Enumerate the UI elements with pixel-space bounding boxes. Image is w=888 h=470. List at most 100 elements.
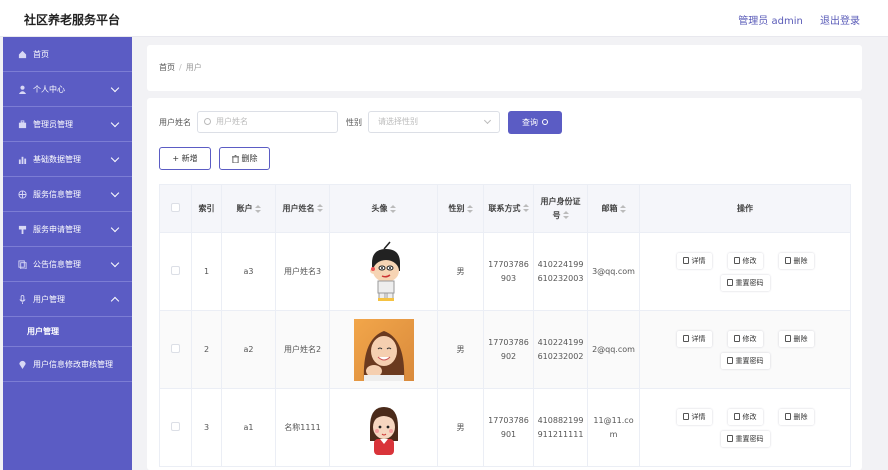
header-phone[interactable]: 联系方式	[483, 184, 534, 233]
row-checkbox[interactable]	[171, 266, 180, 275]
action-row: + 新增 删除	[159, 147, 278, 170]
sidebar-item-label: 用户信息修改审核管理	[33, 359, 113, 369]
edit-button[interactable]: 修改	[727, 408, 763, 425]
chevron-down-icon	[483, 116, 492, 125]
header-ops: 操作	[639, 184, 851, 233]
cell-idcard: 410224199610232003	[533, 232, 588, 311]
main-card: 用户姓名 用户姓名 性别 请选择性别 查询 + 新增 删除 索引 账户 用户姓名…	[147, 98, 862, 470]
sidebar-item-admin[interactable]: 管理员管理	[3, 107, 132, 142]
cell-account: a3	[221, 232, 276, 311]
sidebar-item-user-audit[interactable]: 用户信息修改审核管理	[3, 347, 132, 382]
sort-icon	[316, 204, 323, 212]
delete-button[interactable]: 删除	[778, 408, 814, 425]
sidebar-item-notice[interactable]: 公告信息管理	[3, 247, 132, 282]
edit-button[interactable]: 修改	[727, 252, 763, 269]
sidebar: 首页 个人中心 管理员管理 基础数据管理 服务信息管理 服务申请管理 公告信息管…	[3, 37, 132, 470]
sort-icon	[254, 204, 261, 213]
search-icon	[542, 119, 548, 125]
edit-button[interactable]: 修改	[727, 330, 763, 347]
detail-button[interactable]: 详情	[676, 408, 712, 425]
name-label: 用户姓名	[159, 117, 191, 127]
reset-password-button[interactable]: 重置密码	[720, 430, 770, 447]
header-idcard[interactable]: 用户身份证号	[533, 184, 588, 233]
row-checkbox[interactable]	[171, 422, 180, 431]
header-email[interactable]: 邮箱	[587, 184, 640, 233]
cell-ops: 详情 修改 删除 重置密码	[639, 388, 851, 467]
search-icon	[204, 118, 211, 125]
detail-button[interactable]: 详情	[676, 252, 712, 269]
sort-icon	[466, 204, 473, 213]
logout-link[interactable]: 退出登录	[820, 16, 860, 27]
batch-delete-button[interactable]: 删除	[219, 147, 270, 170]
detail-icon	[682, 257, 689, 264]
trash-icon	[784, 413, 791, 420]
avatar-woman-photo[interactable]	[353, 318, 414, 381]
header-index: 索引	[191, 184, 222, 233]
add-label: + 新增	[172, 154, 198, 163]
sidebar-subitem-user-manage[interactable]: 用户管理	[3, 317, 132, 347]
gender-select[interactable]: 请选择性别	[368, 111, 500, 133]
delete-button[interactable]: 删除	[778, 252, 814, 269]
cell-email: 3@qq.com	[587, 232, 640, 311]
add-button[interactable]: + 新增	[159, 147, 211, 170]
cell-phone: 17703786903	[483, 232, 534, 311]
breadcrumb: 首页 / 用户	[159, 62, 202, 73]
cell-ops: 详情 修改 删除 重置密码	[639, 310, 851, 389]
delete-label: 删除	[241, 154, 258, 163]
location-icon	[17, 359, 27, 369]
header-account[interactable]: 账户	[221, 184, 276, 233]
sidebar-item-label: 用户管理	[33, 294, 65, 304]
table-row: 2 a2 用户姓名2 男 17703786902 410224199610232…	[159, 310, 851, 389]
detail-icon	[682, 413, 689, 420]
header-avatar[interactable]: 头像	[329, 184, 438, 233]
name-search-input[interactable]: 用户姓名	[197, 111, 338, 133]
sidebar-item-home[interactable]: 首页	[3, 37, 132, 72]
query-button[interactable]: 查询	[508, 110, 562, 134]
header-gender[interactable]: 性别	[437, 184, 484, 233]
cell-ops: 详情 修改 删除 重置密码	[639, 232, 851, 311]
header-name[interactable]: 用户姓名	[275, 184, 330, 233]
reset-password-button[interactable]: 重置密码	[720, 274, 770, 291]
cell-idcard: 410224199610232002	[533, 310, 588, 389]
chevron-up-icon	[110, 296, 120, 306]
avatar-cartoon-girl[interactable]	[354, 397, 414, 459]
avatar-cartoon-boy[interactable]	[354, 241, 414, 303]
cell-email: 11@11.com	[587, 388, 640, 467]
sidebar-item-basic-data[interactable]: 基础数据管理	[3, 142, 132, 177]
sidebar-item-profile[interactable]: 个人中心	[3, 72, 132, 107]
sidebar-item-users[interactable]: 用户管理	[3, 282, 132, 317]
delete-button[interactable]: 删除	[778, 330, 814, 347]
sort-icon	[619, 204, 626, 213]
trash-icon	[784, 335, 791, 342]
select-all-checkbox[interactable]	[171, 203, 180, 212]
row-select-cell	[159, 388, 192, 467]
cell-email: 2@qq.com	[587, 310, 640, 389]
globe-icon	[17, 189, 27, 199]
sidebar-item-label: 服务信息管理	[33, 189, 81, 199]
row-checkbox[interactable]	[171, 344, 180, 353]
admin-label[interactable]: 管理员 admin	[738, 16, 803, 27]
sidebar-item-service-info[interactable]: 服务信息管理	[3, 177, 132, 212]
briefcase-icon	[17, 119, 27, 129]
cell-phone: 17703786901	[483, 388, 534, 467]
sidebar-item-label: 个人中心	[33, 84, 65, 94]
sidebar-item-service-apply[interactable]: 服务申请管理	[3, 212, 132, 247]
cell-avatar	[329, 310, 438, 389]
cell-gender: 男	[437, 388, 484, 467]
top-bar: 社区养老服务平台 管理员 admin 退出登录	[0, 0, 888, 37]
table-row: 3 a1 名称1111 男 17703786901 41088219991121…	[159, 388, 851, 467]
cell-idcard: 410882199911211111	[533, 388, 588, 467]
sidebar-item-label: 服务申请管理	[33, 224, 81, 234]
row-select-cell	[159, 310, 192, 389]
breadcrumb-separator: /	[179, 63, 182, 72]
cell-name: 用户姓名3	[275, 232, 330, 311]
detail-button[interactable]: 详情	[676, 330, 712, 347]
cell-avatar	[329, 232, 438, 311]
cell-avatar	[329, 388, 438, 467]
sort-icon	[522, 204, 529, 212]
reset-password-button[interactable]: 重置密码	[720, 352, 770, 369]
breadcrumb-home[interactable]: 首页	[159, 63, 175, 72]
breadcrumb-current: 用户	[185, 63, 202, 72]
chevron-down-icon	[110, 118, 120, 128]
clipboard-icon	[17, 224, 27, 234]
